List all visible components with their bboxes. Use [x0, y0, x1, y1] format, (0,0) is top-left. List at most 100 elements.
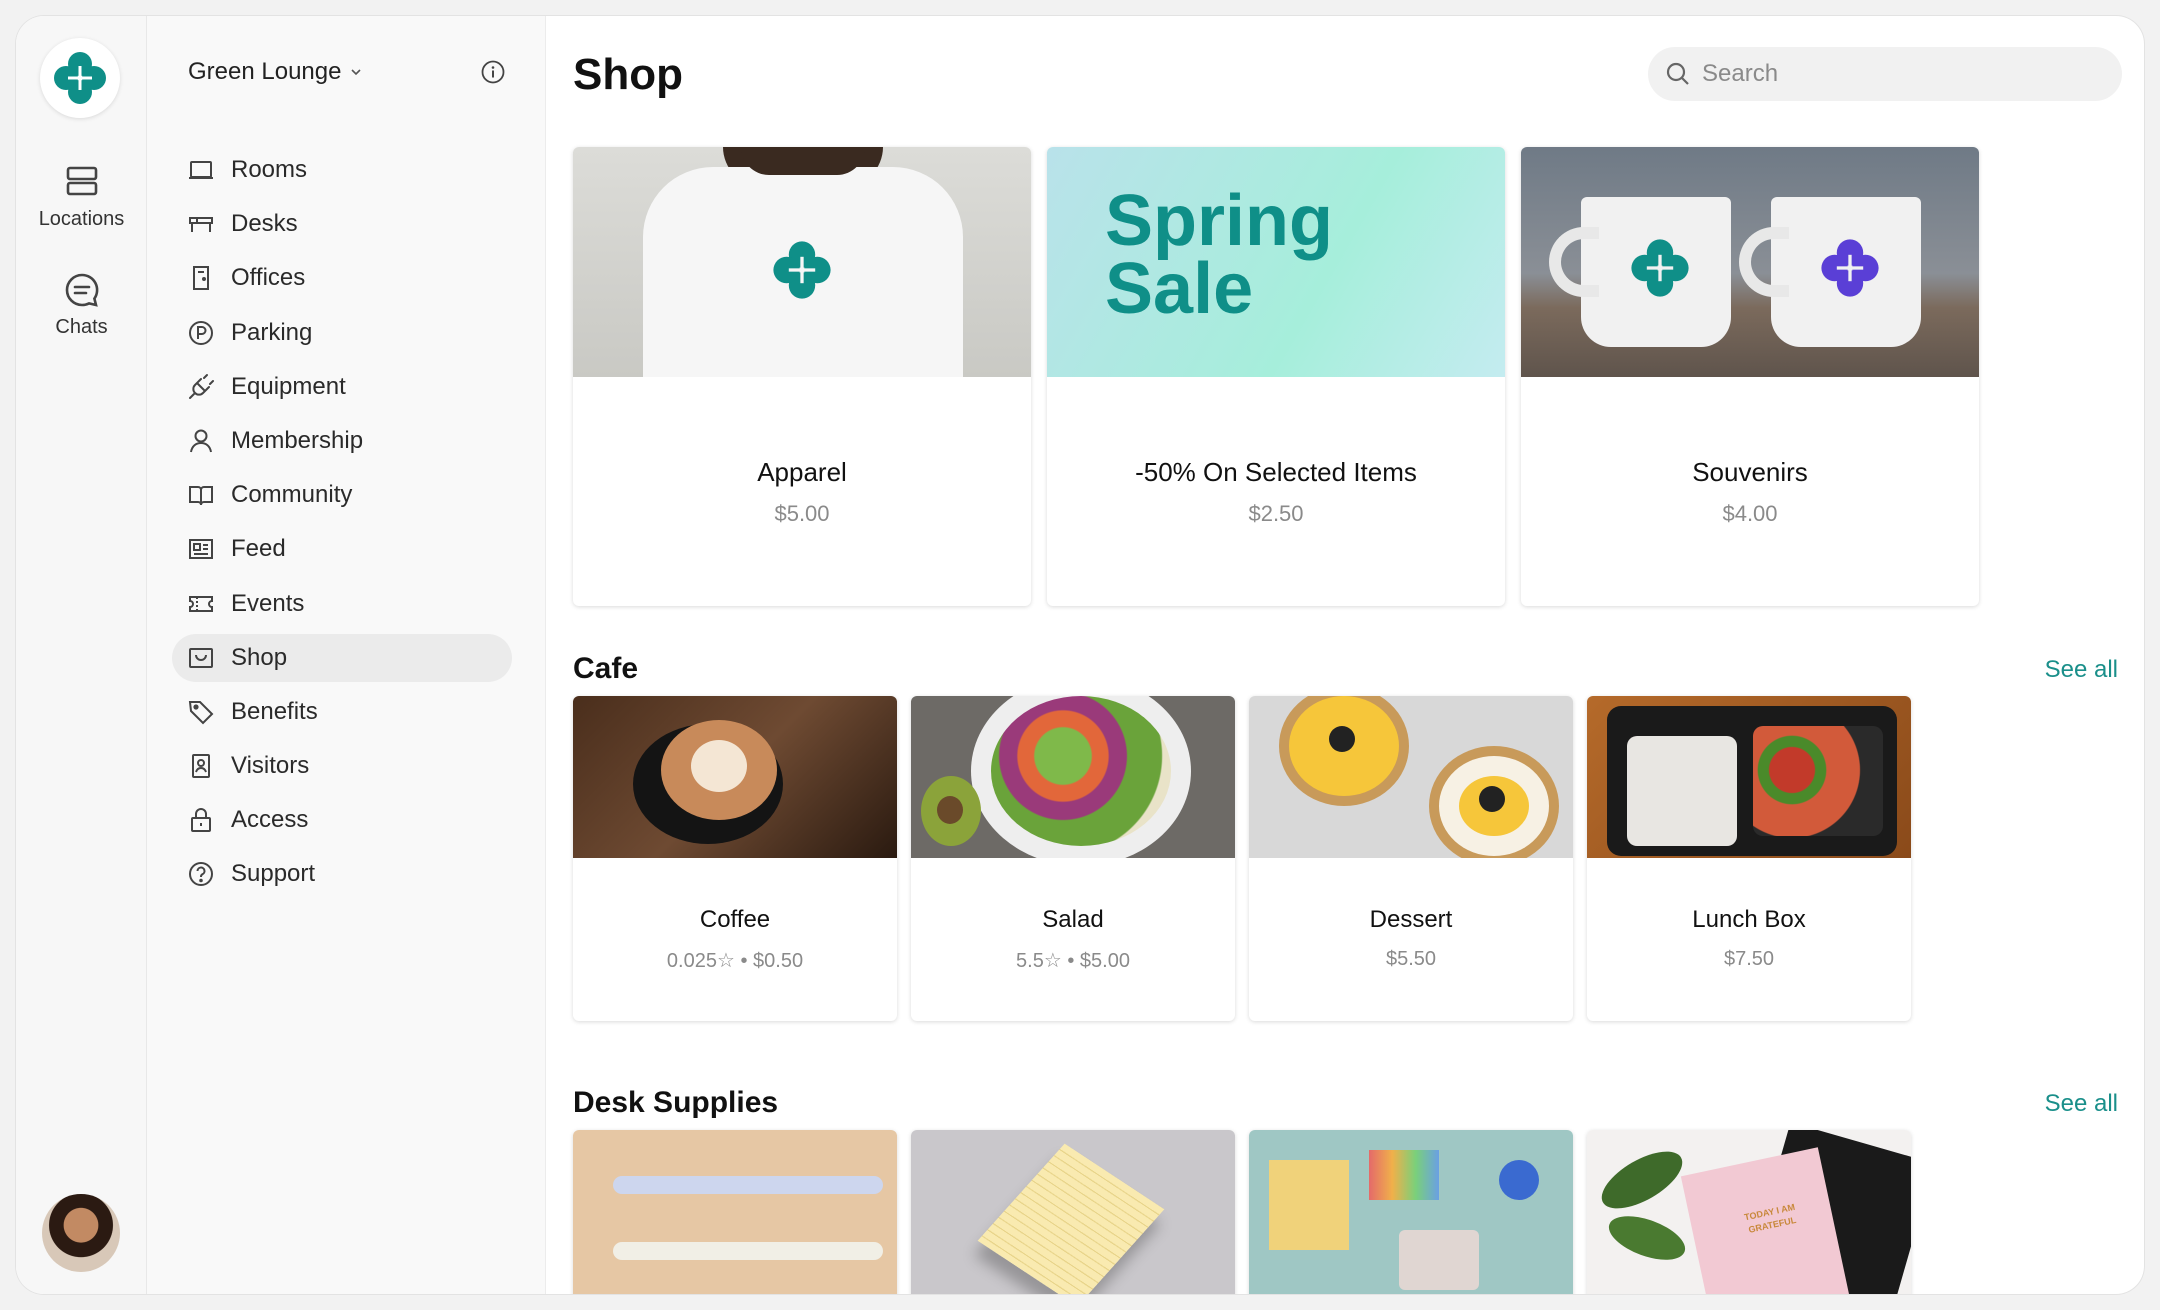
- sidebar-item-label: Shop: [231, 643, 288, 671]
- clover-logo-icon: [1631, 239, 1689, 297]
- lock-icon: [191, 808, 211, 833]
- main-content: Shop Apparel $5.00 Spring: [547, 16, 2144, 1294]
- chat-icon: [65, 273, 98, 307]
- banner-text: Spring: [1105, 181, 1333, 261]
- section-title-desk-supplies: Desk Supplies: [573, 1086, 779, 1119]
- page-title: Shop: [573, 50, 683, 99]
- desk-card-notebook[interactable]: TODAY I AM GRATEFUL: [1587, 1130, 1911, 1294]
- sidebar-item-equipment[interactable]: Equipment: [172, 363, 512, 411]
- sidebar-item-rooms[interactable]: Rooms: [172, 146, 512, 194]
- clover-logo-icon: [1821, 239, 1879, 297]
- sidebar-item-events[interactable]: Events: [172, 580, 512, 628]
- rail-item-label: Locations: [38, 208, 125, 230]
- user-icon: [190, 429, 212, 453]
- card-title: Souvenirs: [1692, 457, 1808, 487]
- clover-logo-icon: [773, 241, 831, 299]
- card-title: Dessert: [1369, 906, 1453, 933]
- sidebar-nav: Rooms Desks Offices Parking Equipment Me…: [172, 146, 512, 905]
- card-price: $2.50: [1248, 501, 1304, 526]
- sidebar-item-desks[interactable]: Desks: [172, 200, 512, 248]
- parking-icon: [189, 320, 213, 345]
- desk-card-stationery[interactable]: [1249, 1130, 1573, 1294]
- lunch-box-image: [1587, 696, 1911, 858]
- rail-item-label: Chats: [55, 316, 108, 338]
- card-subtitle: $5.50: [1385, 948, 1437, 970]
- sidebar-item-label: Visitors: [231, 752, 310, 780]
- card-title: Lunch Box: [1692, 906, 1806, 933]
- banner-text: Sale: [1105, 249, 1254, 330]
- sidebar-item-label: Benefits: [231, 697, 318, 725]
- sidebar-item-label: Support: [231, 860, 316, 888]
- sidebar-item-label: Access: [231, 806, 309, 834]
- app-rail: Locations Chats: [16, 16, 147, 1294]
- card-price: $4.00: [1722, 501, 1778, 526]
- card-title: Apparel: [757, 457, 847, 487]
- notebook-image: TODAY I AM GRATEFUL: [1587, 1130, 1911, 1294]
- sidebar-item-label: Feed: [231, 535, 286, 563]
- dessert-image: [1249, 696, 1573, 858]
- sidebar-item-membership[interactable]: Membership: [172, 417, 512, 465]
- tag-icon: [188, 700, 214, 725]
- cafe-card-coffee[interactable]: Coffee 0.025☆ • $0.50: [573, 696, 897, 1021]
- sidebar-item-visitors[interactable]: Visitors: [172, 742, 512, 790]
- sidebar-item-shop[interactable]: Shop: [172, 633, 512, 682]
- app-window: Locations Chats Green Lounge Rooms Desks…: [16, 16, 2144, 1294]
- plug-icon: [189, 373, 214, 399]
- user-avatar[interactable]: [42, 1194, 120, 1272]
- badge-icon: [192, 754, 210, 779]
- workspace-name: Green Lounge: [188, 58, 342, 85]
- sidebar-item-label: Parking: [231, 318, 313, 346]
- section-title-cafe: Cafe: [573, 652, 639, 685]
- desk-icon: [189, 217, 213, 233]
- info-icon[interactable]: [480, 59, 506, 85]
- see-all-desk-supplies-link[interactable]: See all: [2045, 1090, 2118, 1118]
- see-all-cafe-link[interactable]: See all: [2045, 656, 2118, 684]
- chevron-down-icon: [351, 69, 362, 76]
- search-bar[interactable]: [1648, 47, 2122, 101]
- sidebar-item-feed[interactable]: Feed: [172, 525, 512, 573]
- apparel-image: [573, 147, 1031, 377]
- sidebar-item-community[interactable]: Community: [172, 471, 512, 519]
- shop-icon: [189, 647, 213, 668]
- featured-card-sale[interactable]: Spring Sale -50% On Selected Items $2.50: [1047, 147, 1505, 606]
- ticket-icon: [189, 595, 213, 612]
- salad-image: [911, 696, 1235, 858]
- office-icon: [193, 266, 209, 291]
- sidebar-item-label: Events: [231, 589, 305, 617]
- desk-card-pens[interactable]: [573, 1130, 897, 1294]
- coffee-image: [573, 696, 897, 858]
- clover-logo-icon: [54, 52, 106, 104]
- sidebar-item-label: Rooms: [231, 156, 308, 183]
- featured-card-souvenirs[interactable]: Souvenirs $4.00: [1521, 147, 1979, 606]
- card-price: $5.00: [774, 501, 830, 526]
- sidebar-item-label: Community: [231, 481, 353, 509]
- sidebar-item-access[interactable]: Access: [172, 796, 512, 844]
- brand-logo[interactable]: [40, 38, 120, 118]
- sidebar-item-offices[interactable]: Offices: [172, 254, 512, 302]
- sidebar: Green Lounge Rooms Desks Offices Parking…: [147, 16, 546, 1294]
- rail-item-locations[interactable]: Locations: [16, 162, 147, 231]
- cafe-card-dessert[interactable]: Dessert $5.50: [1249, 696, 1573, 1021]
- spring-sale-banner: Spring Sale: [1047, 147, 1505, 377]
- newspaper-icon: [189, 539, 213, 560]
- sidebar-item-benefits[interactable]: Benefits: [172, 688, 512, 736]
- sidebar-item-label: Offices: [231, 264, 306, 292]
- featured-card-apparel[interactable]: Apparel $5.00: [573, 147, 1031, 606]
- card-subtitle: $7.50: [1723, 948, 1775, 970]
- sticky-notes-image: [911, 1130, 1235, 1294]
- desk-card-notes[interactable]: [911, 1130, 1235, 1294]
- rail-item-chats[interactable]: Chats: [16, 270, 147, 339]
- search-input[interactable]: [1702, 60, 2102, 88]
- workspace-switcher[interactable]: Green Lounge: [188, 58, 363, 86]
- sidebar-item-label: Equipment: [231, 372, 346, 400]
- sidebar-item-parking[interactable]: Parking: [172, 309, 512, 357]
- cafe-card-salad[interactable]: Salad 5.5☆ • $5.00: [911, 696, 1235, 1021]
- pens-image: [573, 1130, 897, 1294]
- card-title: -50% On Selected Items: [1135, 457, 1417, 487]
- cafe-card-lunch-box[interactable]: Lunch Box $7.50: [1587, 696, 1911, 1021]
- locations-icon: [66, 166, 97, 196]
- sidebar-item-support[interactable]: Support: [172, 850, 512, 898]
- book-icon: [189, 486, 213, 506]
- sidebar-item-label: Membership: [231, 426, 364, 454]
- card-title: Coffee: [699, 906, 771, 933]
